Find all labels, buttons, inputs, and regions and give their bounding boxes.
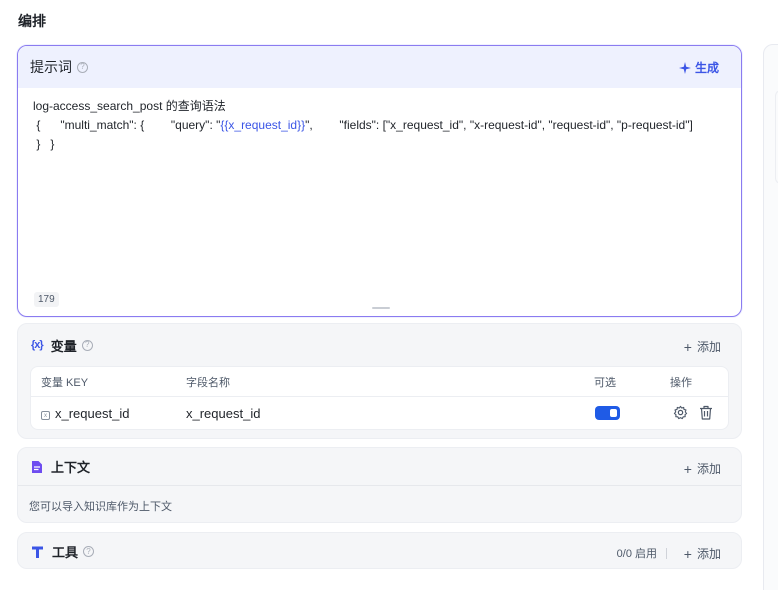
column-header-optional: 可选 bbox=[594, 376, 616, 389]
context-section: 上下文 + 添加 您可以导入知识库作为上下文 bbox=[17, 447, 742, 523]
variable-type-icon: x bbox=[41, 411, 50, 420]
gear-icon[interactable] bbox=[673, 405, 688, 420]
table-row: x x_request_id x_request_id bbox=[31, 397, 728, 429]
help-icon[interactable]: ? bbox=[83, 546, 95, 557]
table-header: 变量 KEY 字段名称 可选 操作 bbox=[31, 367, 728, 397]
tools-section: 工具 ? 0/0 启用 + 添加 bbox=[17, 532, 742, 569]
prompt-line: log-access_search_post 的查询语法 bbox=[33, 99, 226, 113]
divider bbox=[666, 548, 667, 559]
sparkle-icon bbox=[678, 61, 691, 74]
add-context-button[interactable]: + 添加 bbox=[684, 460, 721, 477]
prompt-text: { "multi_match": { "query": " bbox=[33, 118, 221, 132]
help-icon[interactable]: ? bbox=[77, 61, 88, 73]
side-panel-edge bbox=[763, 44, 778, 590]
add-tool-button[interactable]: + 添加 bbox=[684, 545, 721, 562]
help-icon[interactable]: ? bbox=[81, 339, 93, 351]
variables-header: {x} 变量 ? + 添加 bbox=[18, 324, 741, 366]
generate-label: 生成 bbox=[694, 61, 719, 75]
generate-button[interactable]: 生成 bbox=[678, 59, 719, 76]
tool-icon bbox=[32, 546, 43, 558]
prompt-line: { "multi_match": { "query": "{{x_request… bbox=[33, 116, 726, 135]
variable-name-cell[interactable]: x_request_id bbox=[186, 406, 260, 421]
optional-toggle[interactable] bbox=[595, 406, 620, 420]
variables-section: {x} 变量 ? + 添加 变量 KEY 字段名称 可选 操作 x x_reque… bbox=[17, 323, 742, 439]
context-hint: 您可以导入知识库作为上下文 bbox=[18, 485, 741, 526]
tools-title: 工具 bbox=[52, 545, 79, 560]
trash-icon[interactable] bbox=[699, 405, 713, 420]
plus-icon: + bbox=[683, 338, 692, 355]
context-title: 上下文 bbox=[51, 460, 91, 475]
variable-key-cell[interactable]: x x_request_id bbox=[41, 406, 129, 421]
variable-key: x_request_id bbox=[55, 405, 130, 421]
char-count-badge: 179 bbox=[34, 292, 59, 307]
variables-table: 变量 KEY 字段名称 可选 操作 x x_request_id x_reques… bbox=[30, 366, 729, 430]
variables-title: 变量 bbox=[50, 338, 77, 354]
column-header-name: 字段名称 bbox=[186, 376, 230, 389]
prompt-editor-card: 提示词 ? 生成 log-access_search_post 的查询语法 { … bbox=[17, 45, 742, 317]
resize-handle[interactable] bbox=[372, 307, 390, 309]
prompt-text: ", "fields": ["x_request_id", "x-request… bbox=[305, 118, 693, 132]
prompt-header: 提示词 ? 生成 bbox=[18, 46, 741, 88]
add-label: 添加 bbox=[696, 547, 721, 561]
prompt-line: } } bbox=[33, 137, 55, 151]
column-header-key: 变量 KEY bbox=[41, 376, 89, 389]
variable-token: {{x_request_id}} bbox=[220, 118, 306, 132]
add-label: 添加 bbox=[696, 462, 721, 476]
plus-icon: + bbox=[683, 460, 692, 477]
variable-icon: {x} bbox=[31, 339, 44, 351]
add-variable-button[interactable]: + 添加 bbox=[684, 338, 721, 355]
prompt-title: 提示词 bbox=[30, 59, 72, 75]
context-header: 上下文 + 添加 bbox=[18, 448, 741, 485]
tools-header: 工具 ? 0/0 启用 + 添加 bbox=[18, 533, 741, 570]
document-icon bbox=[32, 460, 42, 473]
tools-enabled-count: 0/0 启用 bbox=[616, 548, 657, 560]
column-header-actions: 操作 bbox=[670, 376, 692, 389]
add-label: 添加 bbox=[696, 340, 721, 354]
page-title: 编排 bbox=[18, 13, 46, 29]
prompt-textarea[interactable]: log-access_search_post 的查询语法 { "multi_ma… bbox=[18, 88, 741, 163]
plus-icon: + bbox=[683, 545, 692, 562]
